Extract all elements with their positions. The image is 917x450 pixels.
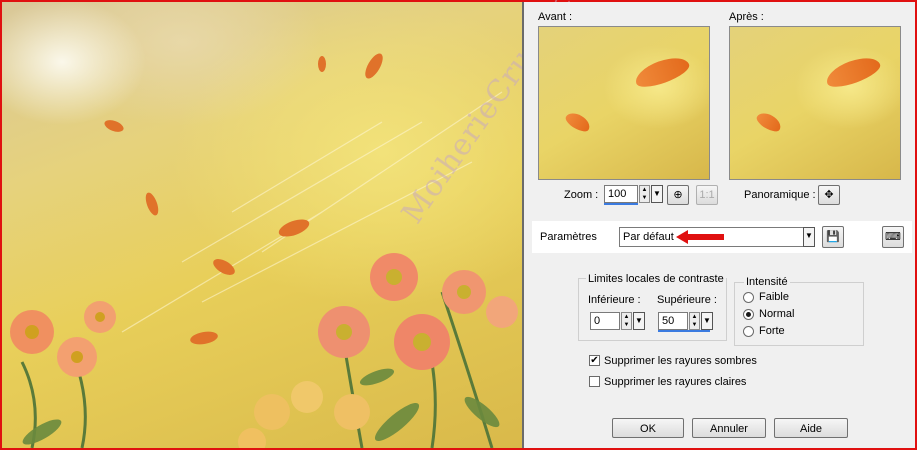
suppress-light-label: Supprimer les rayures claires <box>604 376 747 388</box>
save-icon: 💾 <box>826 231 840 243</box>
preset-manager-button[interactable]: ⌨ <box>882 226 904 248</box>
intensity-radio-faible[interactable] <box>743 292 754 303</box>
ok-button[interactable]: OK <box>612 418 684 438</box>
zoom-actual-size-button[interactable]: 1:1 <box>696 185 718 205</box>
zoom-spinner[interactable]: ▲ ▼ <box>639 185 650 203</box>
zoom-label: Zoom : <box>564 189 599 201</box>
lower-input[interactable]: 0 <box>590 312 620 330</box>
intensity-option-faible: Faible <box>759 291 789 303</box>
intensity-option-forte: Forte <box>759 325 785 337</box>
intensity-radio-normal[interactable] <box>743 309 754 320</box>
contrast-group-title: Limites locales de contraste <box>586 273 726 285</box>
upper-dropdown-arrow[interactable]: ▼ <box>701 312 713 330</box>
zoom-dropdown-arrow[interactable]: ▼ <box>651 185 663 203</box>
upper-spinner[interactable]: ▲ ▼ <box>689 312 700 330</box>
intensity-option-normal: Normal <box>759 308 795 320</box>
lower-spinner[interactable]: ▲ ▼ <box>621 312 632 330</box>
after-preview[interactable] <box>729 26 901 180</box>
flower-artwork <box>10 53 518 448</box>
zoom-fit-button[interactable]: ⊕ <box>667 185 689 205</box>
suppress-dark-checkbox[interactable]: ✔ <box>589 355 600 366</box>
before-preview[interactable] <box>538 26 710 180</box>
preset-manager-icon: ⌨ <box>885 231 901 243</box>
zoom-selection-line <box>604 203 638 205</box>
petals <box>104 53 383 345</box>
pan-button[interactable]: ✥ <box>818 185 840 205</box>
intensity-group-title: Intensité <box>744 276 790 288</box>
after-label: Après : <box>729 11 764 23</box>
before-label: Avant : <box>538 11 573 23</box>
lower-dropdown-arrow[interactable]: ▼ <box>633 312 645 330</box>
move-icon: ✥ <box>824 189 834 201</box>
intensity-radio-forte[interactable] <box>743 326 754 337</box>
panoramic-label: Panoramique : <box>744 189 816 201</box>
red-arrow-icon <box>676 230 724 244</box>
params-label: Paramètres <box>540 231 597 243</box>
settings-panel: Avant : Après : Zoom : 100 ▲ ▼ ▼ ⊕ 1:1 Pa… <box>524 2 915 448</box>
lower-label: Inférieure : <box>588 294 641 306</box>
upper-selection-line <box>658 330 710 332</box>
preset-dropdown-arrow[interactable]: ▼ <box>803 227 815 247</box>
image-canvas[interactable] <box>2 2 522 448</box>
suppress-dark-label: Supprimer les rayures sombres <box>604 355 757 367</box>
help-button[interactable]: Aide <box>774 418 848 438</box>
actual-size-icon: 1:1 <box>699 189 715 201</box>
upper-input[interactable]: 50 <box>658 312 688 330</box>
cancel-button[interactable]: Annuler <box>692 418 766 438</box>
fit-view-icon: ⊕ <box>673 189 683 201</box>
zoom-input[interactable]: 100 <box>604 185 638 203</box>
suppress-light-checkbox[interactable] <box>589 376 600 387</box>
upper-label: Supérieure : <box>657 294 717 306</box>
save-preset-button[interactable]: 💾 <box>822 226 844 248</box>
